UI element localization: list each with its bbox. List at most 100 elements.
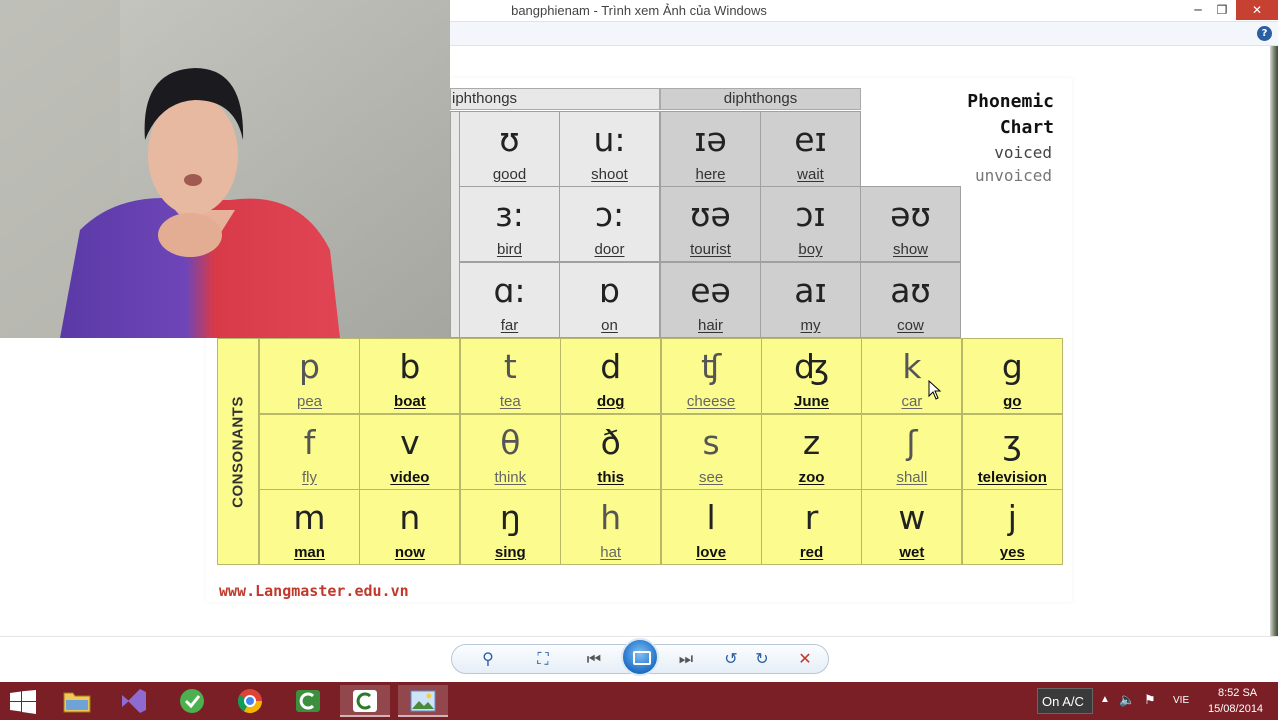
- close-button[interactable]: ✕: [1236, 0, 1278, 20]
- example-word: red: [799, 544, 824, 561]
- taskbar-app-visual-studio[interactable]: [109, 685, 159, 717]
- consonant-cell: ʧ cheese: [660, 338, 762, 414]
- phoneme-symbol: ʤ: [794, 347, 829, 386]
- example-word: hat: [600, 544, 622, 561]
- tray-arrow-icon[interactable]: ▲: [1100, 694, 1110, 705]
- phoneme-symbol: j: [1007, 498, 1017, 537]
- clock-time[interactable]: 8:52 SA: [1218, 687, 1257, 699]
- taskbar-app-camtasia-studio[interactable]: [340, 685, 390, 717]
- rotate-left-icon[interactable]: ↺: [717, 645, 745, 673]
- taskbar-app-file-explorer[interactable]: [52, 685, 102, 717]
- phoneme-symbol: ɜ:: [495, 195, 524, 234]
- folder-icon: [63, 692, 91, 713]
- consonant-cell: p pea: [259, 338, 360, 414]
- consonant-cell: f fly: [259, 413, 360, 490]
- phoneme-symbol: aʊ: [890, 271, 931, 310]
- zoom-icon[interactable]: ⚲: [474, 645, 502, 673]
- phoneme-symbol: l: [706, 498, 716, 537]
- consonant-cell: r red: [761, 489, 862, 565]
- webcam-person-image: [0, 0, 450, 338]
- taskbar-app-coccoc[interactable]: [167, 685, 217, 717]
- language-indicator[interactable]: VIE: [1173, 695, 1189, 706]
- consonant-cell: w wet: [861, 489, 963, 565]
- phoneme-symbol: v: [400, 422, 420, 462]
- monophthongs-header: iphthongs: [450, 88, 660, 110]
- power-status-indicator[interactable]: On A/C: [1037, 688, 1093, 714]
- example-word: on: [601, 317, 618, 334]
- taskbar-app-photo-viewer[interactable]: [398, 685, 448, 717]
- screen: bangphienam - Trình xem Ảnh của Windows …: [0, 0, 1278, 720]
- example-word: love: [696, 544, 727, 561]
- example-word: wait: [797, 166, 824, 183]
- legend-title-line2: Chart: [999, 117, 1054, 138]
- legend-title-line1: Phonemic: [967, 91, 1054, 112]
- phoneme-symbol: ð: [600, 422, 621, 462]
- diphthong-cell: aɪ my: [760, 262, 861, 338]
- photo-viewer-icon: [410, 690, 436, 712]
- help-icon[interactable]: ?: [1257, 26, 1272, 41]
- phoneme-symbol: d: [600, 347, 622, 386]
- phoneme-symbol: ɔ:: [594, 195, 625, 234]
- slideshow-button[interactable]: [621, 638, 659, 676]
- example-word: June: [793, 393, 829, 410]
- mouse-cursor-icon: [928, 380, 942, 400]
- restore-button[interactable]: ❐: [1208, 0, 1236, 20]
- vowel-cell: ɒ on: [559, 262, 660, 338]
- phoneme-symbol: u:: [593, 120, 626, 159]
- example-word: dog: [596, 393, 625, 410]
- diphthong-cell: ɔɪ boy: [760, 186, 861, 262]
- phoneme-symbol: r: [804, 498, 819, 537]
- phoneme-symbol: b: [399, 347, 421, 386]
- example-word: wet: [899, 544, 925, 561]
- example-word: here: [695, 166, 726, 183]
- phoneme-symbol: əʊ: [890, 195, 931, 234]
- phoneme-symbol: eɪ: [794, 120, 827, 159]
- vowel-cell: ɔ: door: [559, 186, 660, 262]
- volume-icon[interactable]: 🔈: [1119, 692, 1135, 708]
- example-word: cow: [897, 317, 924, 334]
- example-word: cheese: [686, 393, 736, 410]
- previous-icon[interactable]: ⏮: [580, 645, 608, 673]
- phoneme-symbol: ŋ: [499, 498, 521, 537]
- viewer-toolbar: ⚲ ⛶ ⏮ ⏭ ↺ ↻ ✕: [0, 636, 1278, 682]
- consonant-cell: g go: [961, 338, 1063, 414]
- taskbar-app-chrome[interactable]: [225, 685, 275, 717]
- example-word: now: [394, 544, 425, 561]
- phoneme-symbol: t: [503, 347, 517, 386]
- delete-icon[interactable]: ✕: [791, 645, 819, 673]
- phoneme-symbol: w: [898, 498, 926, 537]
- phoneme-symbol: ʒ: [1002, 422, 1022, 462]
- phoneme-symbol: z: [802, 422, 821, 462]
- phoneme-symbol: f: [303, 422, 316, 462]
- consonant-cell: s see: [660, 413, 762, 490]
- rotate-right-icon[interactable]: ↻: [748, 645, 776, 673]
- example-word: go: [1003, 393, 1022, 410]
- vowel-cell: ɜ: bird: [459, 186, 560, 262]
- network-icon[interactable]: ⚑: [1144, 692, 1156, 708]
- vowel-cell: ɑ: far: [459, 262, 560, 338]
- taskbar-app-camtasia-recorder[interactable]: [283, 685, 333, 717]
- diphthong-cell: ɪə here: [660, 111, 761, 187]
- consonant-cell: v video: [359, 413, 461, 490]
- website-watermark: www.Langmaster.edu.vn: [219, 582, 409, 600]
- next-icon[interactable]: ⏭: [672, 645, 700, 673]
- diphthong-cell: ʊə tourist: [660, 186, 761, 262]
- example-word: man: [294, 544, 325, 561]
- example-word: fly: [302, 468, 317, 486]
- example-word: television: [977, 468, 1047, 486]
- phoneme-symbol: ɑ:: [493, 271, 526, 310]
- clock-date[interactable]: 15/08/2014: [1208, 703, 1263, 715]
- example-word: far: [500, 317, 519, 334]
- example-word: sing: [494, 544, 526, 561]
- power-status-label: On A/C: [1042, 694, 1084, 709]
- example-word: boy: [798, 241, 823, 258]
- phoneme-symbol: p: [299, 347, 320, 386]
- consonant-cell: z zoo: [761, 413, 862, 490]
- consonant-cell: ʤ June: [761, 338, 862, 414]
- phoneme-symbol: θ: [500, 422, 521, 462]
- windows-start-icon[interactable]: [10, 690, 36, 714]
- background-window-edge: [1270, 46, 1278, 682]
- consonant-cell: ʃ shall: [861, 413, 963, 490]
- consonant-cell: m man: [259, 489, 360, 565]
- actual-size-icon[interactable]: ⛶: [529, 645, 557, 673]
